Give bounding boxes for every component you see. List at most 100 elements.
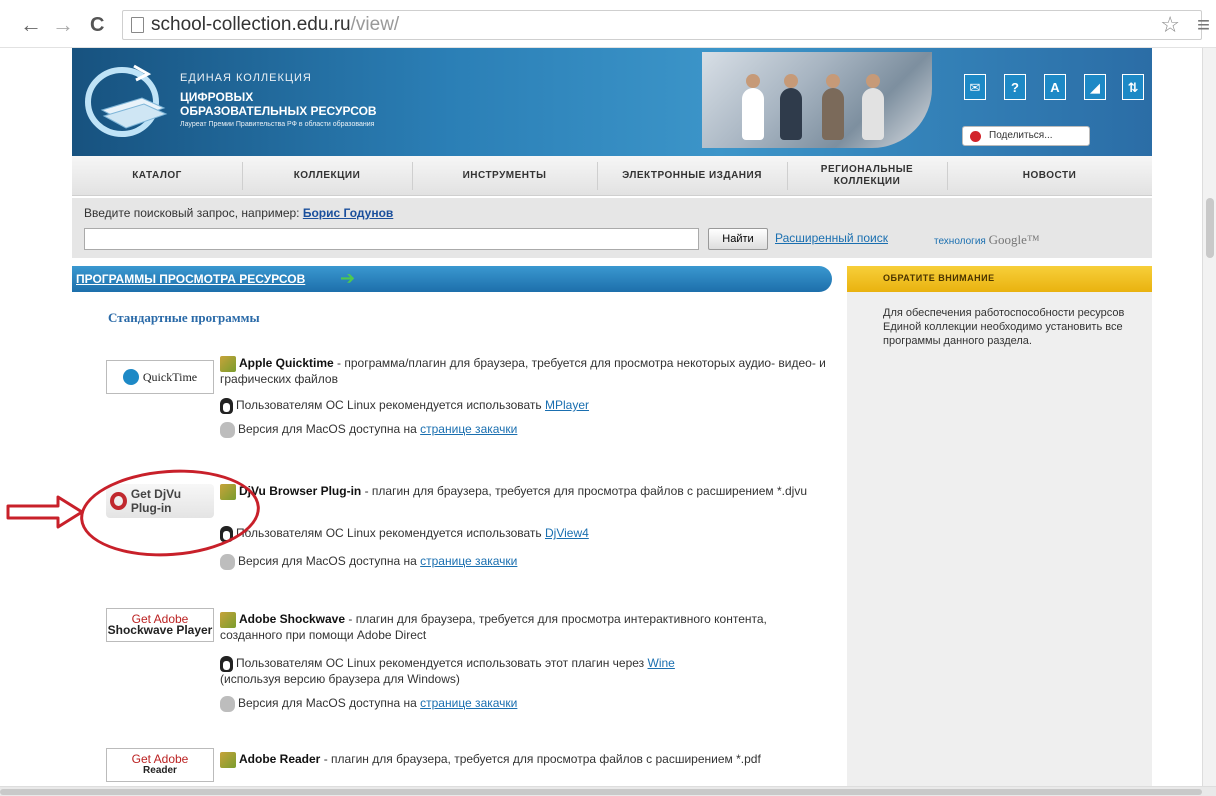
- plugin-icon: [220, 752, 236, 768]
- horizontal-scroll-thumb[interactable]: [0, 789, 1202, 795]
- wine-link[interactable]: Wine: [648, 656, 675, 670]
- download-page-link[interactable]: странице закачки: [420, 422, 517, 436]
- mac-note-text: Версия для MacOS доступна на: [238, 554, 421, 569]
- quicktime-logo[interactable]: QuickTime: [106, 360, 214, 394]
- logo-line-3: ОБРАЗОВАТЕЛЬНЫХ РЕСУРСОВ: [180, 104, 377, 118]
- linux-note-extra: (используя версию браузера для Windows): [220, 672, 460, 686]
- share-button[interactable]: Поделиться...: [962, 126, 1090, 146]
- mail-icon[interactable]: ✉: [964, 74, 986, 100]
- photo-person: [822, 74, 844, 140]
- apple-icon: [220, 696, 235, 712]
- program-name: DjVu Browser Plug-in: [239, 484, 362, 499]
- search-hint: Введите поисковый запрос, например: Бори…: [84, 206, 393, 220]
- logo-line-1: ЕДИНАЯ КОЛЛЕКЦИЯ: [180, 72, 312, 84]
- forward-arrow-icon[interactable]: →: [52, 14, 74, 36]
- find-button[interactable]: Найти: [708, 228, 768, 250]
- advanced-search-link[interactable]: Расширенный поиск: [775, 231, 888, 245]
- bookmark-star-icon[interactable]: ☆: [1160, 12, 1180, 38]
- main-navigation: КАТАЛОГ КОЛЛЕКЦИИ ИНСТРУМЕНТЫ ЭЛЕКТРОННЫ…: [72, 156, 1152, 196]
- browser-toolbar: ← → C school-collection.edu.ru/view/ ☆ ≡: [0, 0, 1216, 48]
- download-page-link[interactable]: странице закачки: [420, 696, 517, 710]
- horizontal-scrollbar[interactable]: [0, 786, 1216, 796]
- site-content: ЕДИНАЯ КОЛЛЕКЦИЯ ЦИФРОВЫХ ОБРАЗОВАТЕЛЬНЫ…: [72, 48, 1152, 788]
- program-name: Apple Quicktime: [239, 356, 334, 371]
- program-description: Adobe Shockwave - плагин для браузера, т…: [220, 612, 830, 643]
- sitemap-icon[interactable]: ⇅: [1122, 74, 1144, 100]
- search-panel: Введите поисковый запрос, например: Бори…: [72, 198, 1152, 258]
- program-description: Adobe Reader - плагин для браузера, треб…: [220, 752, 830, 768]
- page-icon: [131, 17, 144, 33]
- logo-line-4: Лауреат Премии Правительства РФ в област…: [180, 121, 375, 128]
- back-arrow-icon[interactable]: ←: [20, 14, 42, 36]
- reload-icon[interactable]: C: [90, 14, 104, 36]
- apple-icon: [220, 422, 235, 438]
- adobe-reader-logo-text: Get Adobe: [131, 752, 189, 766]
- share-label: Поделиться...: [989, 130, 1053, 141]
- mplayer-link[interactable]: MPlayer: [545, 398, 589, 412]
- linux-note: Пользователям ОС Linux рекомендуется исп…: [220, 398, 589, 414]
- photo-person: [780, 74, 802, 140]
- linux-note: Пользователям ОС Linux рекомендуется исп…: [220, 656, 675, 672]
- logo-line-2: ЦИФРОВЫХ: [180, 90, 254, 104]
- shockwave-logo[interactable]: Get Adobe Shockwave Player: [106, 608, 214, 642]
- google-credit: технология Google™: [934, 232, 1040, 248]
- mac-note: Версия для MacOS доступна на странице за…: [220, 422, 517, 438]
- mac-note: Версия для MacOS доступна на странице за…: [220, 696, 517, 712]
- linux-penguin-icon: [220, 398, 233, 414]
- vertical-scroll-thumb[interactable]: [1206, 198, 1214, 258]
- notice-sidebar: ОБРАТИТЕ ВНИМАНИЕ Для обеспечения работо…: [847, 266, 1152, 788]
- apple-icon: [220, 554, 235, 570]
- linux-note: Пользователям ОС Linux рекомендуется исп…: [220, 526, 589, 542]
- nav-news[interactable]: НОВОСТИ: [947, 156, 1152, 196]
- linux-note-text: Пользователям ОС Linux рекомендуется исп…: [236, 398, 545, 413]
- google-word: Google™: [988, 232, 1040, 247]
- program-desc-text: - плагин для браузера, требуется для про…: [361, 484, 807, 499]
- program-description: Apple Quicktime - программа/плагин для б…: [220, 356, 830, 387]
- share-icon: [970, 131, 981, 142]
- site-title: ЕДИНАЯ КОЛЛЕКЦИЯ ЦИФРОВЫХ ОБРАЗОВАТЕЛЬНЫ…: [180, 72, 377, 128]
- nav-collections[interactable]: КОЛЛЕКЦИИ: [242, 156, 412, 196]
- notice-title: ОБРАТИТЕ ВНИМАНИЕ: [847, 266, 1152, 292]
- header-photo: [702, 52, 932, 148]
- collection-logo-icon[interactable]: [82, 60, 172, 138]
- linux-note-text: Пользователям ОС Linux рекомендуется исп…: [236, 526, 545, 541]
- plugin-icon: [220, 612, 236, 628]
- adobe-reader-logo[interactable]: Get Adobe Reader: [106, 748, 214, 782]
- url-path: /view/: [350, 14, 400, 35]
- quicktime-logo-text: QuickTime: [142, 369, 198, 384]
- program-name: Adobe Shockwave: [239, 612, 346, 627]
- download-page-link[interactable]: странице закачки: [420, 554, 517, 568]
- nav-regional-collections[interactable]: РЕГИОНАЛЬНЫЕ КОЛЛЕКЦИИ: [787, 156, 947, 196]
- nav-catalog[interactable]: КАТАЛОГ: [72, 156, 242, 196]
- url-text[interactable]: school-collection.edu.ru/view/: [151, 14, 399, 36]
- site-header: ЕДИНАЯ КОЛЛЕКЦИЯ ЦИФРОВЫХ ОБРАЗОВАТЕЛЬНЫ…: [72, 48, 1152, 156]
- url-host: school-collection.edu.ru: [151, 14, 351, 35]
- search-example-link[interactable]: Борис Годунов: [303, 206, 393, 220]
- section-title-link[interactable]: ПРОГРАММЫ ПРОСМОТРА РЕСУРСОВ: [76, 272, 305, 286]
- mac-note-text: Версия для MacOS доступна на: [238, 696, 421, 711]
- linux-penguin-icon: [220, 656, 233, 672]
- program-desc-text: - плагин для браузера, требуется для про…: [320, 752, 761, 767]
- search-hint-text: Введите поисковый запрос, например:: [84, 206, 300, 220]
- photo-person: [862, 74, 884, 140]
- search-input[interactable]: [84, 228, 699, 250]
- font-size-icon[interactable]: A: [1044, 74, 1066, 100]
- plugin-icon: [220, 356, 236, 372]
- annotation-arrow-icon: [6, 495, 84, 529]
- contrast-icon[interactable]: ◢: [1084, 74, 1106, 100]
- djview-link[interactable]: DjView4: [545, 526, 589, 540]
- mac-note: Версия для MacOS доступна на странице за…: [220, 554, 517, 570]
- vertical-scrollbar[interactable]: [1202, 48, 1216, 788]
- mac-note-text: Версия для MacOS доступна на: [238, 422, 421, 437]
- browser-menu-icon[interactable]: ≡: [1197, 12, 1210, 38]
- program-description: DjVu Browser Plug-in - плагин для браузе…: [220, 484, 830, 500]
- program-name: Adobe Reader: [239, 752, 321, 767]
- adobe-reader-logo-sub: Reader: [143, 765, 177, 776]
- nav-electronic-editions[interactable]: ЭЛЕКТРОННЫЕ ИЗДАНИЯ: [597, 156, 787, 196]
- help-icon[interactable]: ?: [1004, 74, 1026, 100]
- photo-person: [742, 74, 764, 140]
- linux-note-text: Пользователям ОС Linux рекомендуется исп…: [236, 656, 648, 671]
- nav-tools[interactable]: ИНСТРУМЕНТЫ: [412, 156, 597, 196]
- address-bar[interactable]: school-collection.edu.ru/view/: [122, 10, 1202, 40]
- google-prefix: технология: [934, 236, 986, 247]
